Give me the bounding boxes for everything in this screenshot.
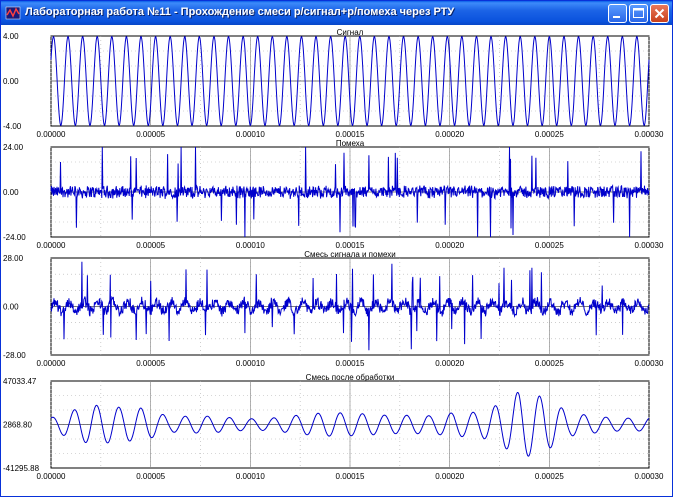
- title-bar[interactable]: Лабораторная работа №11 - Прохождение см…: [1, 1, 672, 25]
- x-tick-label: 0.00015: [336, 130, 365, 139]
- chart-title: Смесь после обработки: [306, 373, 395, 382]
- x-tick-label: 0.00005: [136, 241, 165, 250]
- x-tick-label: 0.00000: [37, 130, 66, 139]
- y-tick-label: -28.00: [3, 351, 26, 360]
- y-tick-label: 2868.80: [3, 421, 32, 430]
- x-tick-label: 0.00030: [635, 241, 664, 250]
- x-tick-label: 0.00020: [435, 130, 464, 139]
- close-icon: [654, 8, 665, 19]
- x-tick-label: 0.00025: [535, 359, 564, 368]
- plots-canvas: Сигнал 4.00 0.00 -4.00 0.00000 0.00005 0.00010…: [3, 28, 664, 481]
- y-tick-label: 28.00: [3, 254, 24, 263]
- app-icon[interactable]: [5, 5, 21, 21]
- chart-title: Смесь сигнала и помехи: [304, 250, 395, 259]
- y-tick-label: 4.00: [3, 32, 19, 41]
- chart-title: Сигнал: [337, 28, 364, 37]
- x-tick-label: 0.00020: [435, 472, 464, 481]
- x-tick-label: 0.00005: [136, 472, 165, 481]
- y-tick-label: 0.00: [3, 188, 19, 197]
- y-tick-label: 24.00: [3, 143, 24, 152]
- x-tick-label: 0.00015: [336, 241, 365, 250]
- y-tick-label: 0.00: [3, 77, 19, 86]
- x-tick-label: 0.00030: [635, 359, 664, 368]
- y-tick-label: -4.00: [3, 122, 22, 131]
- y-tick-label: -24.00: [3, 233, 26, 242]
- y-tick-label: 47033.47: [3, 377, 37, 386]
- x-tick-label: 0.00000: [37, 241, 66, 250]
- y-tick-label: 0.00: [3, 303, 19, 312]
- minimize-button[interactable]: [608, 4, 627, 23]
- x-tick-label: 0.00020: [435, 359, 464, 368]
- x-tick-label: 0.00025: [535, 241, 564, 250]
- minimize-icon: [613, 16, 620, 18]
- x-tick-label: 0.00010: [236, 130, 265, 139]
- window-title: Лабораторная работа №11 - Прохождение см…: [25, 6, 455, 18]
- x-tick-label: 0.00015: [336, 359, 365, 368]
- x-tick-label: 0.00025: [535, 130, 564, 139]
- x-tick-label: 0.00000: [37, 472, 66, 481]
- x-tick-label: 0.00025: [535, 472, 564, 481]
- x-tick-label: 0.00010: [236, 241, 265, 250]
- x-tick-label: 0.00005: [136, 130, 165, 139]
- maximize-button[interactable]: [629, 4, 648, 23]
- chart-title: Помеха: [336, 139, 365, 148]
- x-tick-label: 0.00020: [435, 241, 464, 250]
- x-tick-label: 0.00000: [37, 359, 66, 368]
- x-tick-label: 0.00015: [336, 472, 365, 481]
- y-tick-label: -41295.88: [3, 464, 40, 473]
- x-tick-label: 0.00010: [236, 359, 265, 368]
- close-button[interactable]: [650, 4, 669, 23]
- maximize-icon: [633, 8, 644, 18]
- x-tick-label: 0.00005: [136, 359, 165, 368]
- x-tick-label: 0.00030: [635, 472, 664, 481]
- x-tick-label: 0.00030: [635, 130, 664, 139]
- x-tick-label: 0.00010: [236, 472, 265, 481]
